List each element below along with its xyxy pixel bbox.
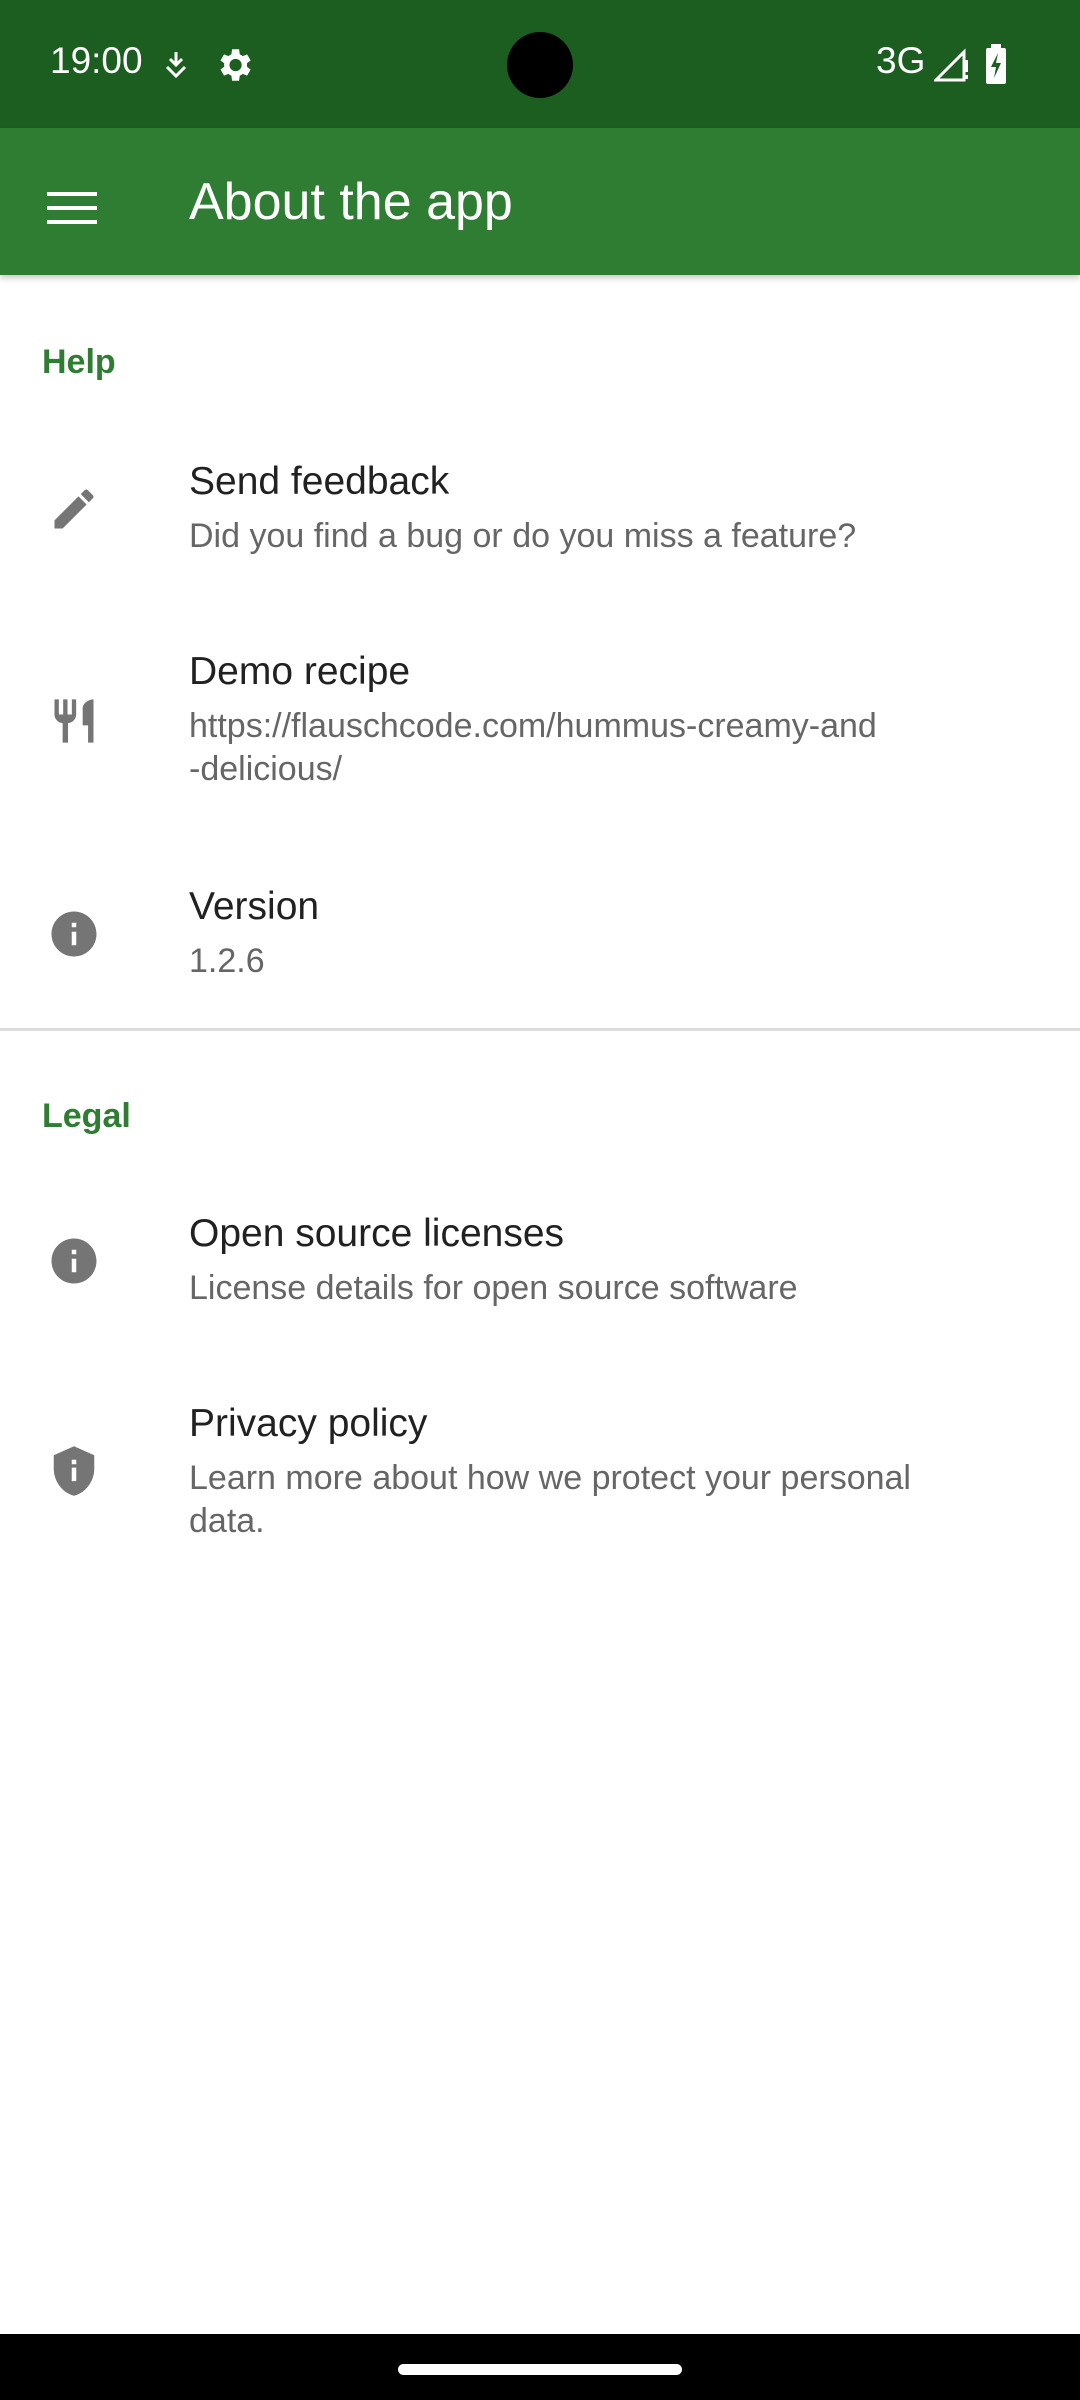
pref-summary-line2: data.: [189, 1502, 265, 1540]
home-gesture-handle[interactable]: [398, 2364, 682, 2375]
pref-summary: 1.2.6: [189, 942, 265, 980]
pencil-icon: [44, 479, 104, 539]
section-header-legal: Legal: [42, 1097, 131, 1135]
pref-title: Version: [189, 885, 320, 928]
settings-icon: [213, 44, 255, 86]
pref-summary-line1: https://flauschcode.com/hummus-creamy-an…: [189, 707, 877, 745]
hamburger-menu-icon[interactable]: [32, 168, 112, 248]
pref-summary-line1: Learn more about how we protect your per…: [189, 1459, 911, 1497]
info-icon: [44, 1231, 104, 1291]
camera-cutout: [507, 32, 573, 98]
restaurant-icon: [44, 691, 104, 751]
pref-title: Demo recipe: [189, 650, 411, 693]
pref-version[interactable]: Version 1.2.6: [0, 860, 1080, 1040]
download-icon: [163, 50, 189, 80]
pref-summary: License details for open source software: [189, 1269, 798, 1307]
status-time: 19:00: [50, 40, 143, 81]
navigation-bar: [0, 2334, 1080, 2400]
network-type: 3G: [876, 40, 926, 81]
pref-send-feedback[interactable]: Send feedback Did you find a bug or do y…: [0, 435, 1080, 615]
page-title: About the app: [189, 173, 513, 231]
pref-title: Privacy policy: [189, 1402, 428, 1445]
app-bar: About the app: [0, 128, 1080, 275]
shield-icon: [44, 1441, 104, 1501]
battery-charging-icon: [984, 44, 1008, 84]
pref-title: Open source licenses: [189, 1212, 565, 1255]
pref-privacy-policy[interactable]: Privacy policy Learn more about how we p…: [0, 1377, 1080, 1602]
pref-demo-recipe[interactable]: Demo recipe https://flauschcode.com/humm…: [0, 625, 1080, 850]
info-icon: [44, 904, 104, 964]
pref-open-source-licenses[interactable]: Open source licenses License details for…: [0, 1187, 1080, 1367]
status-bar: 19:00 3G: [0, 0, 1080, 128]
pref-summary-line2: -delicious/: [189, 750, 343, 788]
section-header-help: Help: [42, 343, 116, 381]
pref-summary: Did you find a bug or do you miss a feat…: [189, 517, 857, 555]
pref-title: Send feedback: [189, 460, 450, 503]
signal-icon: [932, 48, 970, 82]
section-divider: [0, 1028, 1080, 1031]
